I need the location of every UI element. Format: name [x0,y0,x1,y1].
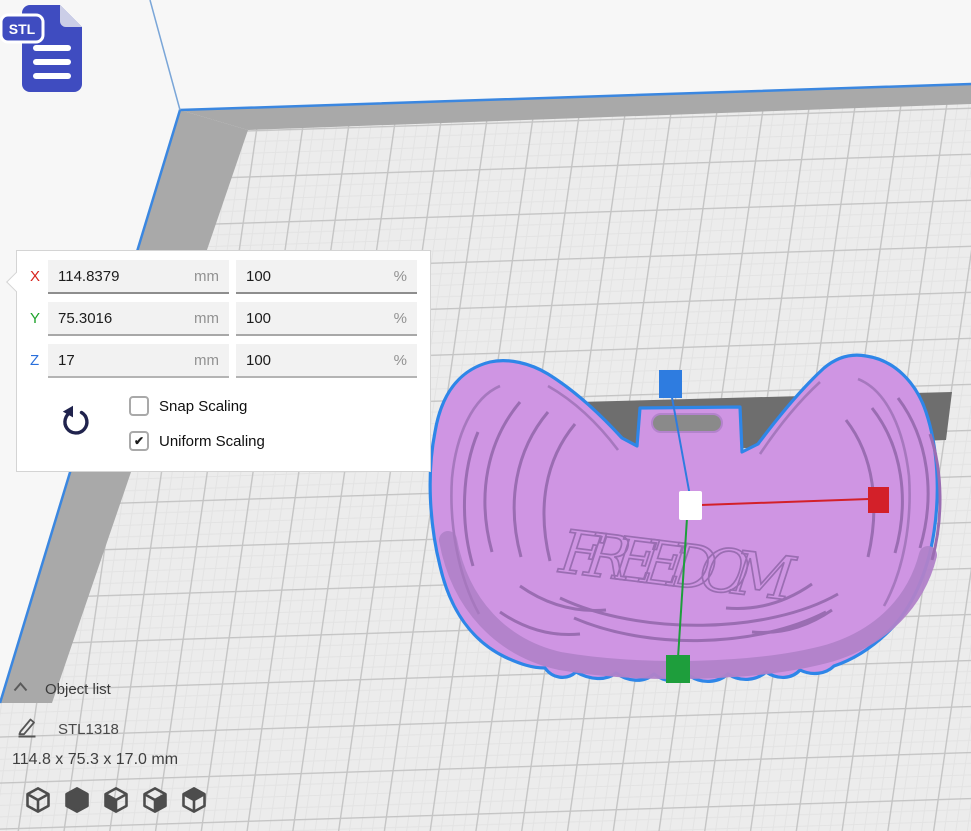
y-percent-value: 100 [246,310,271,327]
view-3d-button[interactable] [24,785,52,815]
snap-scaling-checkbox[interactable] [129,396,149,416]
reset-scale-button[interactable] [59,403,93,439]
scale-row-x: X 114.8379 mm 100 % [30,260,430,294]
view-right-button[interactable] [180,785,208,815]
view-left-button[interactable] [141,785,169,815]
scale-row-z: Z 17 mm 100 % [30,344,430,378]
object-name: STL1318 [58,721,119,738]
gizmo-center-handle[interactable] [679,491,702,520]
tab-slot [652,414,722,432]
x-size-unit: mm [194,268,219,285]
top-view-icon [102,803,130,818]
uniform-scaling-label: Uniform Scaling [159,433,265,450]
reset-arrow-icon [59,427,93,442]
camera-view-toolbar [24,785,208,815]
stl-file-icon: STL [0,0,92,100]
chevron-up-icon[interactable] [12,680,29,699]
z-percent-value: 100 [246,352,271,369]
axis-label-y: Y [30,302,48,336]
z-percent-input[interactable]: 100 % [236,344,417,378]
y-size-value: 75.3016 [58,310,112,327]
z-percent-unit: % [394,352,407,369]
object-list-item[interactable]: STL1318 [16,716,119,743]
axis-label-z: Z [30,344,48,378]
stl-document-icon: STL [1,5,82,92]
z-size-value: 17 [58,352,75,369]
y-size-input[interactable]: 75.3016 mm [48,302,229,336]
front-view-icon [63,803,91,818]
x-percent-unit: % [394,268,407,285]
3d-view-icon [24,803,52,818]
uniform-scaling-checkbox-row[interactable]: ✔ Uniform Scaling [129,431,265,451]
uniform-scaling-checkbox[interactable]: ✔ [129,431,149,451]
z-size-input[interactable]: 17 mm [48,344,229,378]
object-list-toggle[interactable]: Object list [12,680,111,699]
x-percent-input[interactable]: 100 % [236,260,417,294]
model-dimensions-label: 114.8 x 75.3 x 17.0 mm [12,751,178,769]
snap-scaling-label: Snap Scaling [159,398,247,415]
view-front-button[interactable] [63,785,91,815]
gizmo-y-handle[interactable] [666,655,690,683]
y-size-unit: mm [194,310,219,327]
x-size-input[interactable]: 114.8379 mm [48,260,229,294]
gizmo-x-handle[interactable] [868,487,889,513]
gizmo-z-handle[interactable] [659,370,682,398]
snap-scaling-checkbox-row[interactable]: Snap Scaling [129,396,247,416]
y-percent-unit: % [394,310,407,327]
z-size-unit: mm [194,352,219,369]
scale-tool-panel: X 114.8379 mm 100 % Y 75.3016 mm 100 % Z [16,250,431,472]
x-percent-value: 100 [246,268,271,285]
left-view-icon [141,803,169,818]
stl-badge-label: STL [9,21,36,37]
y-percent-input[interactable]: 100 % [236,302,417,336]
pencil-icon[interactable] [16,716,38,743]
axis-label-x: X [30,260,48,294]
scale-row-y: Y 75.3016 mm 100 % [30,302,430,336]
object-list-title: Object list [45,681,111,698]
x-size-value: 114.8379 [58,268,119,285]
right-view-icon [180,803,208,818]
view-top-button[interactable] [102,785,130,815]
